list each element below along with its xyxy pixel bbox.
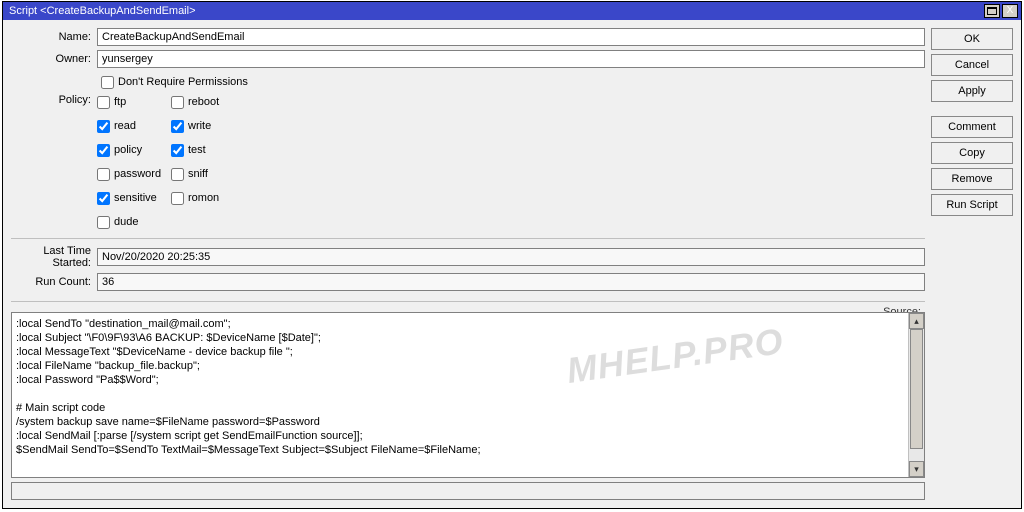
- policy-romon-box[interactable]: [171, 192, 184, 205]
- dont-require-permissions-box[interactable]: [101, 76, 114, 89]
- policy-column-2: reboot write test sniff romon: [171, 92, 245, 232]
- remove-button[interactable]: Remove: [931, 168, 1013, 190]
- button-column: OK Cancel Apply Comment Copy Remove Run …: [931, 28, 1013, 500]
- policy-ftp-label: ftp: [114, 96, 126, 108]
- maximize-button[interactable]: [984, 4, 1000, 18]
- policy-romon-checkbox[interactable]: romon: [171, 188, 245, 208]
- owner-input[interactable]: [97, 50, 925, 68]
- run-script-button[interactable]: Run Script: [931, 194, 1013, 216]
- policy-password-label: password: [114, 168, 161, 180]
- policy-read-checkbox[interactable]: read: [97, 116, 171, 136]
- policy-test-checkbox[interactable]: test: [171, 140, 245, 160]
- policy-sensitive-checkbox[interactable]: sensitive: [97, 188, 171, 208]
- window-title: Script <CreateBackupAndSendEmail>: [6, 5, 982, 17]
- policy-ftp-box[interactable]: [97, 96, 110, 109]
- cancel-button[interactable]: Cancel: [931, 54, 1013, 76]
- dont-require-permissions-checkbox[interactable]: Don't Require Permissions: [101, 72, 248, 92]
- last-time-label: Last Time Started:: [11, 245, 97, 269]
- policy-reboot-label: reboot: [188, 96, 219, 108]
- policy-write-label: write: [188, 120, 211, 132]
- policy-ftp-checkbox[interactable]: ftp: [97, 92, 171, 112]
- apply-button[interactable]: Apply: [931, 80, 1013, 102]
- copy-button[interactable]: Copy: [931, 142, 1013, 164]
- comment-button[interactable]: Comment: [931, 116, 1013, 138]
- last-time-value: Nov/20/2020 20:25:35: [97, 248, 925, 266]
- policy-sensitive-label: sensitive: [114, 192, 157, 204]
- ok-button[interactable]: OK: [931, 28, 1013, 50]
- policy-read-label: read: [114, 120, 136, 132]
- status-bar: [11, 482, 925, 500]
- policy-test-label: test: [188, 144, 206, 156]
- dont-require-permissions-label: Don't Require Permissions: [118, 76, 248, 88]
- divider: [11, 238, 925, 239]
- policy-column-1: ftp read policy password sensitive dude: [97, 92, 171, 232]
- run-count-value: 36: [97, 273, 925, 291]
- policy-sniff-checkbox[interactable]: sniff: [171, 164, 245, 184]
- policy-reboot-checkbox[interactable]: reboot: [171, 92, 245, 112]
- policy-write-box[interactable]: [171, 120, 184, 133]
- source-textarea[interactable]: :local SendTo "destination_mail@mail.com…: [11, 312, 925, 478]
- source-scrollbar[interactable]: ▴ ▾: [908, 313, 924, 477]
- window-controls: X: [982, 4, 1018, 18]
- policy-policy-label: policy: [114, 144, 142, 156]
- scroll-down-button[interactable]: ▾: [909, 461, 924, 477]
- policy-sensitive-box[interactable]: [97, 192, 110, 205]
- policy-reboot-box[interactable]: [171, 96, 184, 109]
- policy-password-checkbox[interactable]: password: [97, 164, 171, 184]
- policy-sniff-box[interactable]: [171, 168, 184, 181]
- scroll-up-button[interactable]: ▴: [909, 313, 924, 329]
- titlebar: Script <CreateBackupAndSendEmail> X: [3, 2, 1021, 20]
- policy-dude-box[interactable]: [97, 216, 110, 229]
- owner-label: Owner:: [11, 53, 97, 65]
- name-input[interactable]: [97, 28, 925, 46]
- window: Script <CreateBackupAndSendEmail> X Name…: [2, 1, 1022, 509]
- divider-2: [11, 301, 925, 302]
- policy-label: Policy:: [11, 92, 97, 106]
- policy-read-box[interactable]: [97, 120, 110, 133]
- close-button[interactable]: X: [1002, 4, 1018, 18]
- scroll-track[interactable]: [909, 329, 924, 461]
- policy-romon-label: romon: [188, 192, 219, 204]
- policy-write-checkbox[interactable]: write: [171, 116, 245, 136]
- scroll-thumb[interactable]: [910, 329, 923, 449]
- policy-sniff-label: sniff: [188, 168, 208, 180]
- policy-policy-checkbox[interactable]: policy: [97, 140, 171, 160]
- policy-dude-label: dude: [114, 216, 138, 228]
- name-label: Name:: [11, 31, 97, 43]
- policy-dude-checkbox[interactable]: dude: [97, 212, 171, 232]
- policy-policy-box[interactable]: [97, 144, 110, 157]
- policy-password-box[interactable]: [97, 168, 110, 181]
- run-count-label: Run Count:: [11, 276, 97, 288]
- policy-test-box[interactable]: [171, 144, 184, 157]
- source-text-content: :local SendTo "destination_mail@mail.com…: [16, 317, 904, 457]
